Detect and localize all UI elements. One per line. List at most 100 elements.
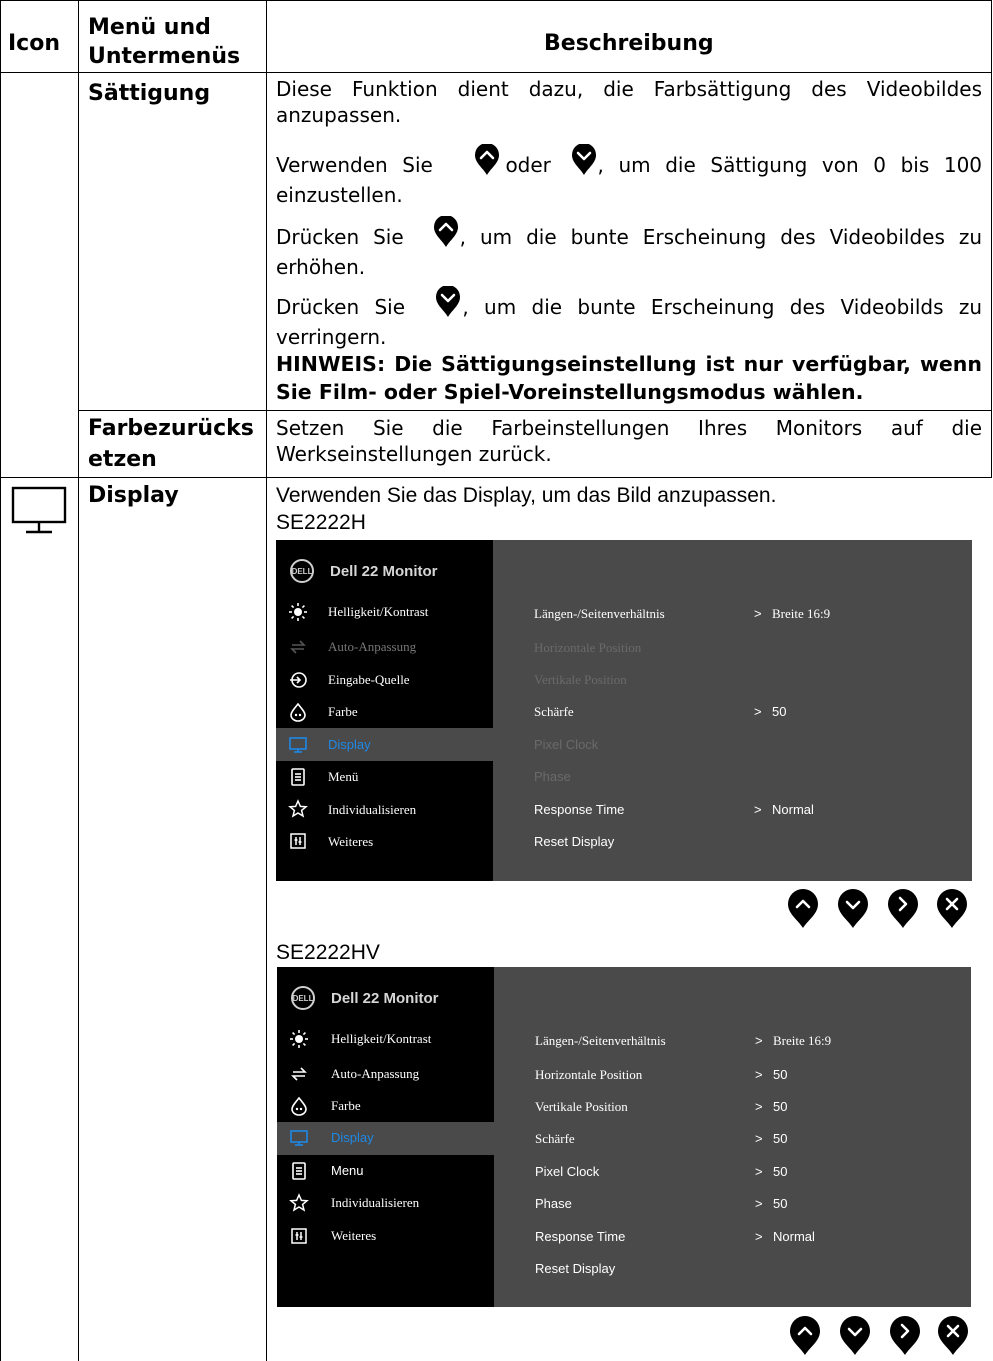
osd-selected-row bbox=[276, 728, 493, 761]
saettigung-desc-p2: Verwenden Sie oder , um die Sättigung vo… bbox=[276, 143, 982, 208]
input-source-icon bbox=[290, 672, 307, 688]
display-intro: Verwenden Sie das Display, um das Bild a… bbox=[276, 484, 777, 507]
down-button-icon bbox=[434, 285, 462, 324]
osd-value-aspect: Breite 16:9 bbox=[773, 1033, 832, 1048]
osd-item-pixel-clock[interactable]: Pixel Clock bbox=[535, 1164, 599, 1179]
star-icon bbox=[288, 799, 308, 818]
saettigung-desc-p3: Drücken Sie , um die bunte Erscheinung d… bbox=[276, 215, 982, 280]
auto-adjust-icon bbox=[290, 640, 306, 654]
osd-menu-farbe[interactable]: Farbe bbox=[331, 1098, 361, 1114]
down-button[interactable] bbox=[836, 889, 870, 929]
right-button[interactable] bbox=[888, 1316, 922, 1356]
osd-value-schaerfe: 50 bbox=[772, 704, 787, 719]
osd-title: Dell 22 Monitor bbox=[331, 990, 439, 1007]
osd-item-v-position[interactable]: Vertikale Position bbox=[535, 1099, 628, 1115]
table-border-col1 bbox=[78, 0, 79, 1361]
down-button-icon bbox=[570, 143, 598, 182]
farbezuruecksetzen-desc: Setzen Sie die Farbeinstellungen Ihres M… bbox=[276, 416, 982, 466]
osd-value-arrow: > bbox=[755, 1164, 763, 1179]
osd-menu-individualisieren[interactable]: Individualisieren bbox=[328, 802, 416, 818]
osd-left-menu bbox=[276, 540, 493, 881]
menu-icon bbox=[292, 1162, 306, 1180]
table-border-col2 bbox=[266, 0, 267, 1361]
osd-value-response-time: Normal bbox=[773, 1229, 815, 1244]
down-button[interactable] bbox=[838, 1316, 872, 1356]
saettigung-desc-p1: Diese Funktion dient dazu, die Farbsätti… bbox=[276, 77, 982, 127]
others-icon bbox=[290, 833, 306, 849]
osd-menu-menu[interactable]: Menü bbox=[328, 769, 358, 785]
saettigung-note: HINWEIS: Die Sättigungseinstellung ist n… bbox=[276, 352, 982, 404]
osd-value-h-position: 50 bbox=[773, 1067, 788, 1082]
model-label-se2222hv: SE2222HV bbox=[276, 941, 380, 964]
color-icon bbox=[290, 702, 306, 722]
up-button-icon bbox=[432, 215, 460, 254]
osd-item-response-time[interactable]: Response Time bbox=[534, 802, 624, 817]
osd-item-h-position[interactable]: Horizontale Position bbox=[535, 1067, 642, 1083]
osd-item-schaerfe[interactable]: Schärfe bbox=[534, 704, 574, 720]
osd-menu-helligkeit[interactable]: Helligkeit/Kontrast bbox=[331, 1031, 431, 1047]
row-divider-1 bbox=[78, 410, 992, 411]
osd-menu-display[interactable]: Display bbox=[331, 1130, 374, 1145]
osd-title: Dell 22 Monitor bbox=[330, 563, 438, 580]
menu-farbezuruecksetzen-line2: etzen bbox=[88, 447, 157, 472]
header-menu-line2: Untermenüs bbox=[88, 44, 241, 69]
osd-item-aspect[interactable]: Längen-/Seitenverhältnis bbox=[535, 1033, 666, 1049]
osd-menu-weiteres[interactable]: Weiteres bbox=[331, 1228, 376, 1244]
osd-item-phase[interactable]: Phase bbox=[534, 769, 571, 784]
osd-menu-helligkeit[interactable]: Helligkeit/Kontrast bbox=[328, 604, 428, 620]
osd-value-arrow: > bbox=[755, 1033, 763, 1048]
osd-item-reset-display[interactable]: Reset Display bbox=[535, 1261, 615, 1276]
osd-value-pixel-clock: 50 bbox=[773, 1164, 788, 1179]
header-icon: Icon bbox=[8, 31, 61, 56]
up-button-icon bbox=[473, 143, 501, 182]
auto-adjust-icon bbox=[291, 1067, 307, 1081]
header-bottom-border bbox=[0, 72, 992, 73]
others-icon bbox=[291, 1228, 307, 1244]
close-button[interactable] bbox=[935, 889, 969, 929]
model-label-se2222h: SE2222H bbox=[276, 511, 366, 534]
osd-panel-se2222hv: DELL Dell 22 Monitor Helligkeit/Kontrast… bbox=[277, 967, 971, 1307]
osd-item-response-time[interactable]: Response Time bbox=[535, 1229, 625, 1244]
osd-value-arrow: > bbox=[754, 606, 762, 621]
osd-menu-menu[interactable]: Menu bbox=[331, 1163, 364, 1178]
color-icon bbox=[291, 1096, 307, 1116]
osd-value-arrow: > bbox=[755, 1099, 763, 1114]
osd-value-response-time: Normal bbox=[772, 802, 814, 817]
osd-menu-auto-anpassung[interactable]: Auto-Anpassung bbox=[328, 639, 416, 655]
right-button[interactable] bbox=[886, 889, 920, 929]
close-button[interactable] bbox=[936, 1316, 970, 1356]
osd-value-arrow: > bbox=[755, 1229, 763, 1244]
osd-menu-display[interactable]: Display bbox=[328, 737, 371, 752]
osd-item-reset-display[interactable]: Reset Display bbox=[534, 834, 614, 849]
osd-menu-farbe[interactable]: Farbe bbox=[328, 704, 358, 720]
osd-menu-eingabe-quelle[interactable]: Eingabe-Quelle bbox=[328, 672, 410, 688]
osd-item-phase[interactable]: Phase bbox=[535, 1196, 572, 1211]
osd-item-aspect[interactable]: Längen-/Seitenverhältnis bbox=[534, 606, 665, 622]
osd-menu-weiteres[interactable]: Weiteres bbox=[328, 834, 373, 850]
osd-value-arrow: > bbox=[755, 1131, 763, 1146]
osd-value-v-position: 50 bbox=[773, 1099, 788, 1114]
saettigung-desc-p4: Drücken Sie , um die bunte Erscheinung d… bbox=[276, 285, 982, 350]
menu-farbezuruecksetzen-line1: Farbezurücks bbox=[88, 416, 254, 441]
osd-item-pixel-clock[interactable]: Pixel Clock bbox=[534, 737, 598, 752]
osd-value-aspect: Breite 16:9 bbox=[772, 606, 831, 621]
osd-panel-se2222h: DELL Dell 22 Monitor Helligkeit/Kontrast… bbox=[276, 540, 972, 881]
osd-menu-individualisieren[interactable]: Individualisieren bbox=[331, 1195, 419, 1211]
dell-logo: DELL bbox=[291, 986, 315, 1010]
up-button[interactable] bbox=[786, 889, 820, 929]
row-divider-2 bbox=[0, 477, 992, 478]
up-button[interactable] bbox=[788, 1316, 822, 1356]
brightness-icon bbox=[289, 603, 307, 621]
menu-saettigung: Sättigung bbox=[88, 81, 211, 106]
star-icon bbox=[289, 1193, 309, 1212]
osd-value-phase: 50 bbox=[773, 1196, 788, 1211]
table-border-left bbox=[0, 0, 1, 1361]
monitor-icon bbox=[10, 486, 68, 542]
osd-value-arrow: > bbox=[754, 704, 762, 719]
osd-menu-auto-anpassung[interactable]: Auto-Anpassung bbox=[331, 1066, 419, 1082]
display-icon bbox=[290, 1130, 308, 1146]
display-icon bbox=[289, 737, 307, 753]
osd-item-schaerfe[interactable]: Schärfe bbox=[535, 1131, 575, 1147]
osd-item-h-position[interactable]: Horizontale Position bbox=[534, 640, 641, 656]
osd-item-v-position[interactable]: Vertikale Position bbox=[534, 672, 627, 688]
